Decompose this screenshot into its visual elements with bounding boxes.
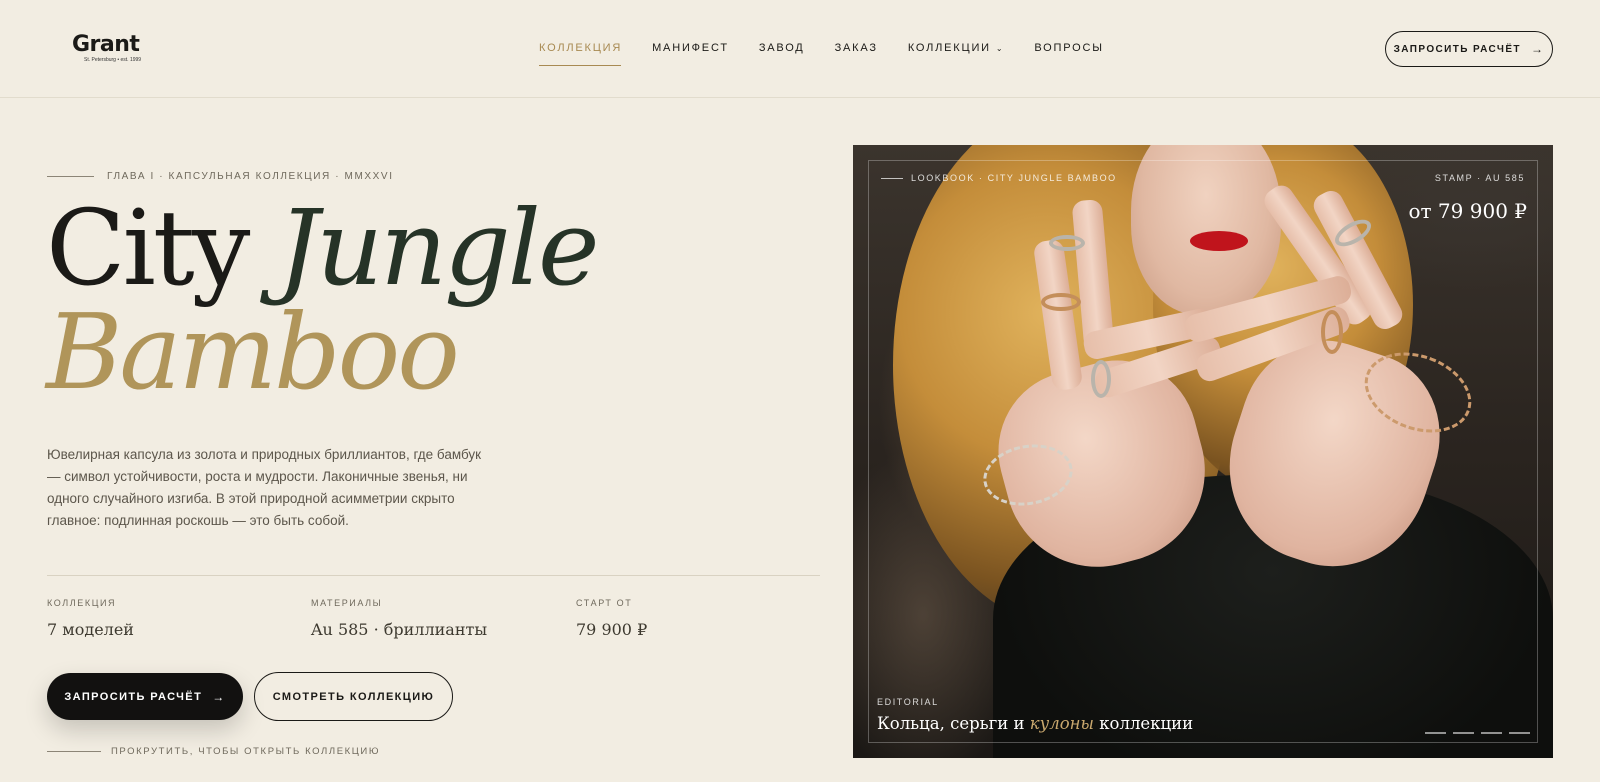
site-header: Grant St. Petersburg • est. 1999 КОЛЛЕКЦ… (0, 0, 1600, 98)
nav-item-collections-dropdown[interactable]: КОЛЛЕКЦИИ ⌄ (908, 42, 1005, 54)
logo-tagline: St. Petersburg • est. 1999 (84, 57, 142, 63)
nav-item-collections-label: КОЛЛЕКЦИИ (907, 42, 991, 54)
photo-label-left: LOOKBOOK · CITY JUNGLE BAMBOO (881, 173, 1117, 183)
stat-label: СТАРТ ОТ (576, 598, 633, 608)
eyebrow-rule (47, 176, 94, 177)
stat-value: 79 900 ₽ (576, 620, 648, 639)
hero-description: Ювелирная капсула из золота и природных … (47, 447, 482, 528)
stat-price: СТАРТ ОТ 79 900 ₽ (576, 598, 647, 639)
logo-wordmark: Grant (72, 32, 140, 57)
photo-stamp-label: STAMP · AU 585 (1434, 173, 1525, 183)
stat-value: Au 585 · бриллианты (311, 620, 488, 639)
lookbook-photo: LOOKBOOK · CITY JUNGLE BAMBOO STAMP · AU… (853, 145, 1553, 758)
chevron-down-icon: ⌄ (995, 44, 1005, 53)
caption-part: Кольца, серьги и (877, 714, 1030, 733)
hero-title: City Jungle Bamboo (46, 196, 600, 413)
scroll-hint-text: ПРОКРУТИТЬ, ЧТОБЫ ОТКРЫТЬ КОЛЛЕКЦИЮ (111, 746, 381, 757)
request-quote-button[interactable]: ЗАПРОСИТЬ РАСЧЁТ → (47, 673, 243, 720)
slider-dot[interactable] (1453, 732, 1474, 734)
photo-inner-frame (868, 160, 1538, 743)
nav-item-order[interactable]: ЗАКАЗ (835, 42, 878, 54)
arrow-right-icon: → (1530, 42, 1545, 56)
scroll-hint: ПРОКРУТИТЬ, ЧТОБЫ ОТКРЫТЬ КОЛЛЕКЦИЮ (47, 746, 380, 757)
scroll-rule (47, 751, 101, 752)
main-nav: КОЛЛЕКЦИЯ МАНИФЕСТ ЗАВОД ЗАКАЗ КОЛЛЕКЦИИ… (539, 42, 1134, 66)
request-quote-label: ЗАПРОСИТЬ РАСЧЁТ (64, 690, 203, 703)
arrow-right-icon: → (212, 689, 226, 704)
photo-caption: Кольца, серьги и кулоны коллекции (877, 714, 1193, 733)
logo[interactable]: Grant St. Petersburg • est. 1999 (70, 32, 160, 68)
nav-item-factory[interactable]: ЗАВОД (759, 42, 805, 54)
photo-editorial-label: EDITORIAL (877, 697, 939, 707)
stat-label: МАТЕРИАЛЫ (311, 598, 383, 608)
request-quote-header-button[interactable]: ЗАПРОСИТЬ РАСЧЁТ → (1385, 31, 1553, 67)
caption-part: коллекции (1093, 714, 1194, 733)
stat-collection: КОЛЛЕКЦИЯ 7 моделей (47, 598, 134, 639)
nav-item-collection[interactable]: КОЛЛЕКЦИЯ (539, 42, 622, 66)
view-collection-button[interactable]: СМОТРЕТЬ КОЛЛЕКЦИЮ (254, 672, 453, 721)
stat-value: 7 моделей (47, 620, 134, 639)
caption-accent: кулоны (1029, 714, 1094, 733)
photo-price: от 79 900 ₽ (1408, 199, 1527, 223)
slider-dot[interactable] (1425, 732, 1446, 734)
view-collection-label: СМОТРЕТЬ КОЛЛЕКЦИЮ (272, 690, 435, 703)
title-bamboo: Bamboo (46, 291, 460, 413)
slider-dots (1425, 732, 1530, 734)
hero-eyebrow: ГЛАВА I · КАПСУЛЬНАЯ КОЛЛЕКЦИЯ · MMXXVI (47, 171, 394, 182)
slider-dot[interactable] (1509, 732, 1530, 734)
slider-dot[interactable] (1481, 732, 1502, 734)
photo-label-rule (881, 177, 903, 179)
request-quote-header-label: ЗАПРОСИТЬ РАСЧЁТ (1393, 43, 1521, 55)
stat-materials: МАТЕРИАЛЫ Au 585 · бриллианты (311, 598, 487, 639)
photo-lookbook-label: LOOKBOOK · CITY JUNGLE BAMBOO (911, 173, 1117, 183)
stats-divider (47, 575, 820, 576)
nav-item-manifest[interactable]: МАНИФЕСТ (652, 42, 729, 54)
nav-item-faq[interactable]: ВОПРОСЫ (1034, 42, 1103, 54)
stat-label: КОЛЛЕКЦИЯ (47, 598, 117, 608)
eyebrow-text: ГЛАВА I · КАПСУЛЬНАЯ КОЛЛЕКЦИЯ · MMXXVI (107, 171, 394, 182)
